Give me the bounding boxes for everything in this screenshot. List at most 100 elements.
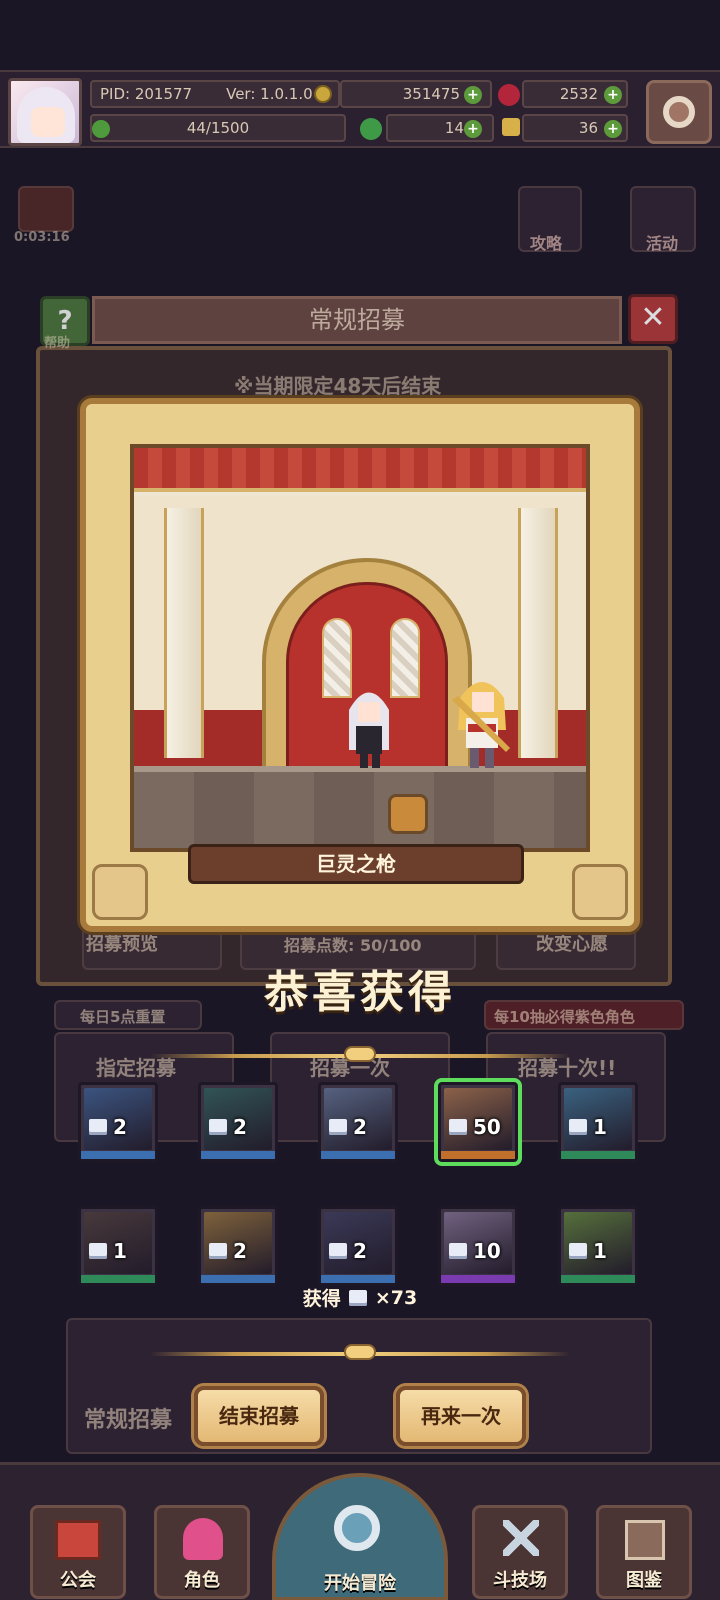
rarity-bar bbox=[81, 1151, 155, 1159]
gem-amount: 2532 bbox=[559, 85, 598, 103]
ticket-icon bbox=[209, 1243, 227, 1259]
gear-icon bbox=[663, 96, 695, 128]
crown-icon bbox=[92, 864, 148, 920]
ticket-icon bbox=[348, 1289, 367, 1306]
reward-count-value: 2 bbox=[233, 1115, 247, 1139]
ticket-icon bbox=[329, 1243, 347, 1259]
gift-icon[interactable] bbox=[18, 186, 74, 232]
congrats-title: 恭喜获得 bbox=[264, 967, 456, 1018]
ticket-icon bbox=[449, 1119, 467, 1135]
banner-label: 常规招募 bbox=[84, 1408, 173, 1433]
reward-count: 1 bbox=[89, 1239, 127, 1263]
reward-count-value: 2 bbox=[353, 1239, 367, 1263]
nav-arena[interactable]: 斗技场 bbox=[472, 1505, 568, 1599]
hero-white-hair-sprite bbox=[349, 692, 389, 768]
reward-count: 10 bbox=[449, 1239, 501, 1263]
reward-slot[interactable]: 1 bbox=[558, 1082, 638, 1162]
rarity-bar bbox=[321, 1151, 395, 1159]
end-recruit-button[interactable]: 结束招募 bbox=[194, 1386, 324, 1446]
avatar-face bbox=[31, 107, 65, 137]
reward-count: 2 bbox=[329, 1115, 367, 1139]
reward-slot[interactable]: 1 bbox=[558, 1206, 638, 1286]
reward-count: 50 bbox=[449, 1115, 501, 1139]
add-key-button[interactable]: + bbox=[604, 120, 622, 138]
total-amount: ×73 bbox=[374, 1286, 418, 1309]
ruby-gem-icon bbox=[498, 84, 520, 106]
add-gold-button[interactable]: + bbox=[464, 86, 482, 104]
add-clover-button[interactable]: + bbox=[464, 120, 482, 138]
stamina-bar: 44/1500 bbox=[90, 114, 346, 142]
reward-reveal-card: 巨灵之枪 bbox=[80, 398, 640, 932]
stamina-clover-icon bbox=[92, 120, 110, 138]
gold-amount: 351475 bbox=[402, 85, 460, 103]
player-avatar[interactable] bbox=[8, 78, 82, 146]
reward-count: 1 bbox=[569, 1115, 607, 1139]
reward-count: 2 bbox=[89, 1115, 127, 1139]
codex-book-icon bbox=[625, 1520, 665, 1560]
close-button[interactable]: ✕ bbox=[628, 294, 678, 344]
reward-count-value: 10 bbox=[473, 1239, 501, 1263]
magnifier-icon bbox=[334, 1505, 380, 1551]
panel-title: 常规招募 bbox=[92, 296, 622, 344]
id-version-row: PID: 201577 Ver: 1.0.1.0 bbox=[90, 80, 340, 108]
rarity-bar bbox=[201, 1275, 275, 1283]
total-prefix: 获得 bbox=[302, 1288, 341, 1310]
divider-top-ornament bbox=[344, 1046, 376, 1062]
scene-pillar-left bbox=[164, 508, 204, 758]
recruit-again-button[interactable]: 再来一次 bbox=[396, 1386, 526, 1446]
stamina-amount: 44/1500 bbox=[186, 119, 250, 137]
reward-slot[interactable]: 2 bbox=[78, 1082, 158, 1162]
player-id: PID: 201577 bbox=[100, 85, 193, 103]
rarity-bar bbox=[441, 1151, 515, 1159]
item-emblem-icon bbox=[388, 794, 428, 834]
clover-icon bbox=[360, 118, 382, 140]
scene-floor bbox=[134, 766, 586, 848]
reward-count: 2 bbox=[209, 1239, 247, 1263]
reward-count-value: 2 bbox=[113, 1115, 127, 1139]
reward-item-name: 巨灵之枪 bbox=[188, 844, 524, 884]
reward-count-value: 1 bbox=[113, 1239, 127, 1263]
rarity-bar bbox=[81, 1275, 155, 1283]
guild-hall-icon bbox=[55, 1520, 101, 1560]
nav-guild[interactable]: 公会 bbox=[30, 1505, 126, 1599]
reward-slot[interactable]: 2 bbox=[318, 1082, 398, 1162]
event-label: 活动 bbox=[646, 234, 679, 253]
reward-slot[interactable]: 50 bbox=[438, 1082, 518, 1162]
nav-codex[interactable]: 图鉴 bbox=[596, 1505, 692, 1599]
character-icon bbox=[183, 1518, 223, 1560]
add-gems-button[interactable]: + bbox=[604, 86, 622, 104]
ticket-icon bbox=[569, 1119, 587, 1135]
key-icon bbox=[502, 118, 520, 136]
rarity-bar bbox=[561, 1275, 635, 1283]
nav-start-adventure[interactable]: 开始冒险 bbox=[272, 1473, 448, 1600]
ticket-icon bbox=[89, 1243, 107, 1259]
clover-amount: 14 bbox=[444, 119, 464, 137]
nav-codex-label: 图鉴 bbox=[626, 1570, 662, 1591]
scene-awning bbox=[134, 448, 586, 492]
ticket-icon bbox=[209, 1119, 227, 1135]
sword-icon bbox=[572, 864, 628, 920]
divider-bottom-ornament bbox=[344, 1344, 376, 1360]
nav-character[interactable]: 角色 bbox=[154, 1505, 250, 1599]
rarity-bar bbox=[321, 1275, 395, 1283]
scene-door-window-right bbox=[390, 618, 420, 698]
bottom-navigation: 公会 角色 开始冒险 斗技场 图鉴 bbox=[0, 1462, 720, 1600]
gold-coin-icon bbox=[314, 85, 332, 103]
reward-slot[interactable]: 2 bbox=[318, 1206, 398, 1286]
game-version: Ver: 1.0.1.0 bbox=[226, 85, 313, 103]
points-label: 招募点数: 50/100 bbox=[284, 936, 422, 955]
ticket-icon bbox=[569, 1243, 587, 1259]
reward-count: 2 bbox=[209, 1115, 247, 1139]
reward-slot[interactable]: 10 bbox=[438, 1206, 518, 1286]
reward-slot[interactable]: 2 bbox=[198, 1206, 278, 1286]
ticket-icon bbox=[449, 1243, 467, 1259]
settings-button[interactable] bbox=[646, 80, 712, 144]
reward-slot[interactable]: 1 bbox=[78, 1206, 158, 1286]
nav-character-label: 角色 bbox=[184, 1570, 220, 1591]
reward-slot[interactable]: 2 bbox=[198, 1082, 278, 1162]
reward-count: 1 bbox=[569, 1239, 607, 1263]
reward-count: 2 bbox=[329, 1239, 367, 1263]
event-timer: 0:03:16 bbox=[14, 230, 70, 245]
top-status-bar: PID: 201577 Ver: 1.0.1.0 351475 + 2532 +… bbox=[0, 70, 720, 148]
reward-count-value: 2 bbox=[233, 1239, 247, 1263]
